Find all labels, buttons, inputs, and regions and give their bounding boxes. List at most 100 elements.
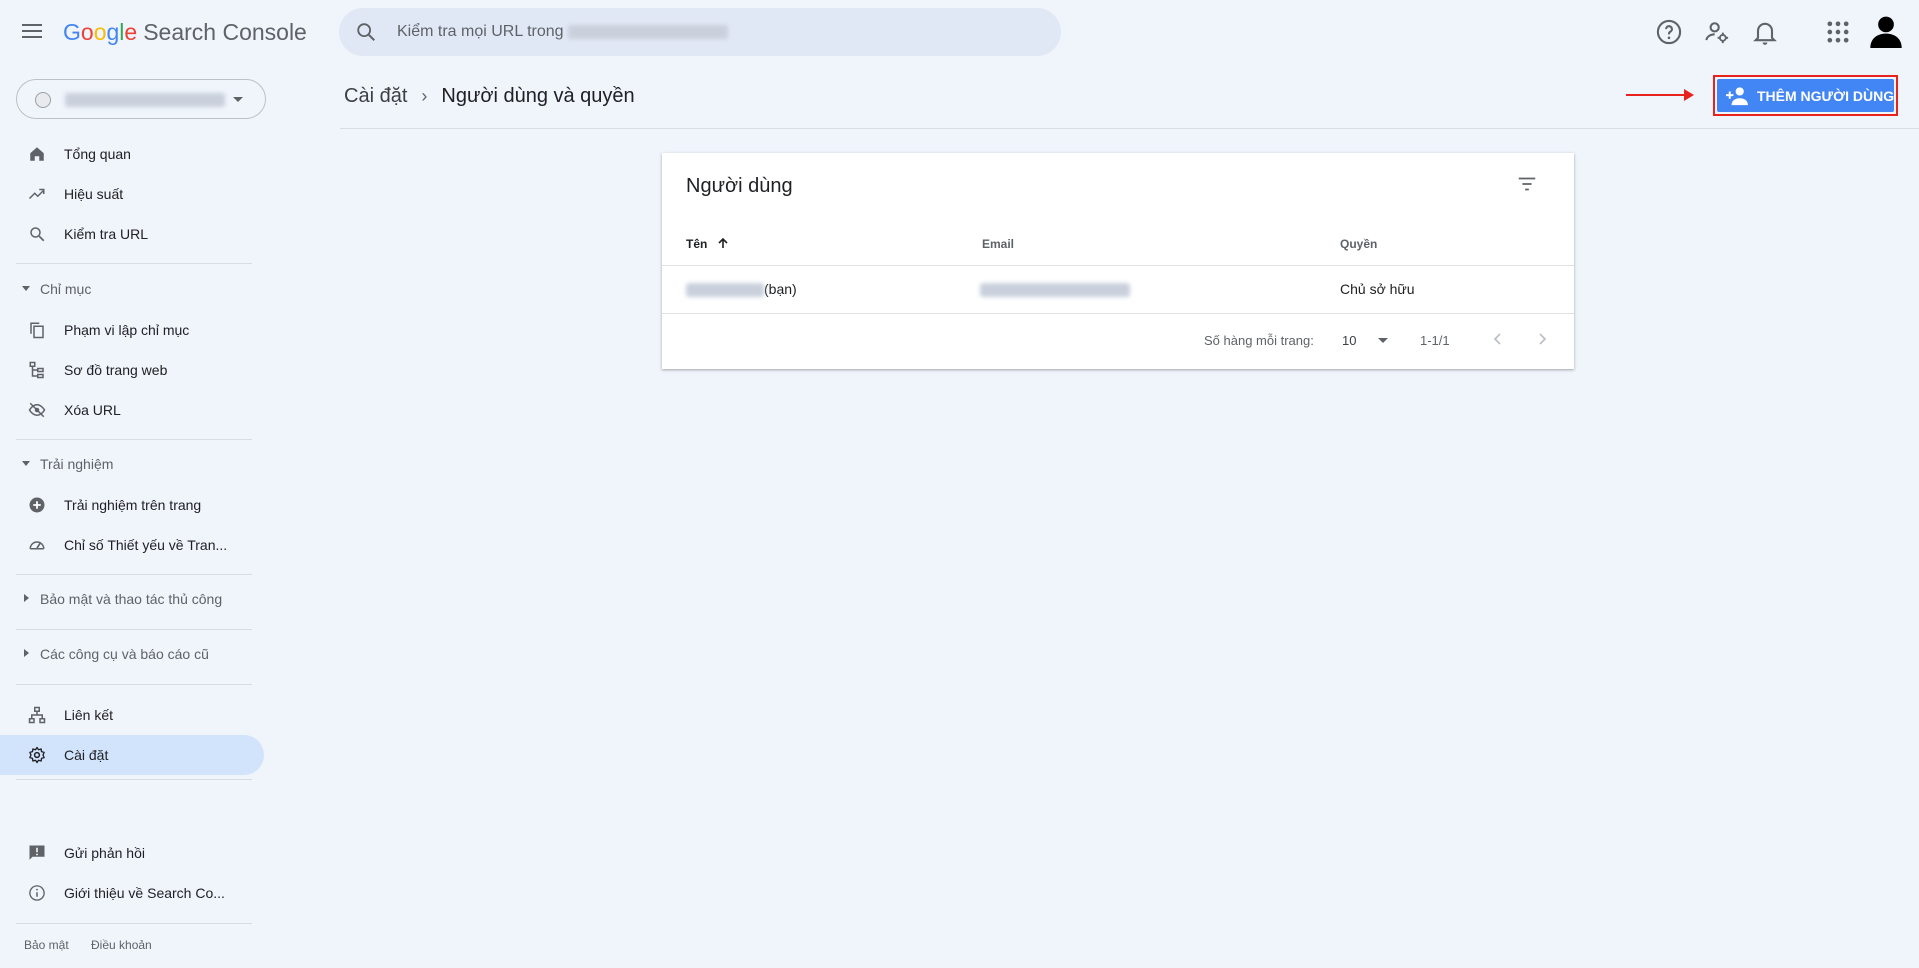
- rows-per-page-select[interactable]: 10: [1342, 333, 1389, 348]
- search-icon: [357, 23, 375, 41]
- caret-down-icon: [22, 461, 30, 466]
- column-header-permission[interactable]: Quyền: [1340, 237, 1377, 251]
- sidebar-item-sitemaps[interactable]: Sơ đồ trang web: [0, 350, 264, 390]
- column-header-label: Tên: [686, 237, 708, 251]
- person-add-icon: [1726, 87, 1748, 106]
- user-email-cell: [980, 281, 1130, 298]
- property-selector[interactable]: [16, 79, 266, 119]
- sidebar-item-label: Phạm vi lập chỉ mục: [64, 322, 190, 338]
- filter-icon[interactable]: [1516, 173, 1538, 195]
- sidebar-divider: [16, 629, 252, 630]
- apps-icon[interactable]: [1824, 18, 1852, 46]
- sidebar-item-label: Xóa URL: [64, 402, 121, 418]
- logo-letter: g: [106, 19, 120, 45]
- sidebar-item-label: Liên kết: [64, 707, 114, 723]
- sidebar-item-settings[interactable]: Cài đặt: [0, 735, 264, 775]
- caret-right-icon: [24, 649, 29, 657]
- next-page-button[interactable]: [1532, 329, 1552, 349]
- row-divider: [662, 313, 1574, 314]
- account-avatar[interactable]: [1870, 14, 1902, 48]
- url-inspection-search[interactable]: Kiểm tra mọi URL trong: [339, 8, 1061, 56]
- help-icon[interactable]: [1655, 18, 1683, 46]
- column-header-name[interactable]: Tên: [686, 237, 729, 251]
- annotation-arrow: [1626, 89, 1694, 101]
- add-circle-icon: [29, 497, 45, 513]
- header-row-divider: [662, 265, 1574, 266]
- sidebar-section-index[interactable]: Chỉ mục: [0, 274, 264, 306]
- copy-icon: [30, 322, 44, 339]
- sidebar-item-overview[interactable]: Tổng quan: [0, 134, 264, 174]
- sidebar-divider: [16, 923, 252, 924]
- sidebar-item-feedback[interactable]: Gửi phản hồi: [0, 833, 264, 873]
- sidebar: Tổng quan Hiệu suất Kiểm tra URL Chỉ mục…: [0, 64, 270, 968]
- user-email-redacted: [980, 283, 1130, 298]
- user-name-cell: (bạn): [686, 281, 797, 298]
- manage-account-icon[interactable]: [1703, 18, 1731, 46]
- info-icon: [29, 885, 45, 901]
- sidebar-item-page-experience[interactable]: Trải nghiệm trên trang: [0, 485, 264, 525]
- sidebar-item-label: Chỉ số Thiết yếu về Tran...: [64, 537, 228, 553]
- sidebar-divider: [16, 684, 252, 685]
- chevron-down-icon: [233, 97, 243, 102]
- sidebar-section-security[interactable]: Bảo mật và thao tác thủ công: [0, 584, 264, 616]
- breadcrumb-settings-link[interactable]: Cài đặt: [344, 85, 407, 107]
- globe-icon: [35, 92, 51, 108]
- user-permission-cell: Chủ sở hữu: [1340, 281, 1415, 297]
- sidebar-item-label: Gửi phản hồi: [64, 845, 145, 861]
- eye-off-icon: [28, 402, 46, 418]
- user-name-suffix: (bạn): [764, 281, 797, 297]
- arrow-up-icon: [718, 237, 728, 248]
- feedback-icon: [29, 845, 45, 860]
- column-header-email[interactable]: Email: [982, 237, 1014, 251]
- app-logo[interactable]: Google Search Console: [63, 19, 307, 46]
- sidebar-divider: [16, 779, 252, 780]
- chevron-down-icon: [1378, 338, 1389, 343]
- sitemap-icon: [29, 361, 44, 379]
- sidebar-item-about[interactable]: Giới thiệu về Search Co...: [0, 873, 264, 913]
- main-menu-button[interactable]: [22, 20, 48, 44]
- sidebar-section-legacy-tools[interactable]: Các công cụ và báo cáo cũ: [0, 639, 264, 671]
- sidebar-item-url-inspection[interactable]: Kiểm tra URL: [0, 214, 264, 254]
- add-user-button[interactable]: THÊM NGƯỜI DÙNG: [1713, 75, 1898, 116]
- sidebar-item-coverage[interactable]: Phạm vi lập chỉ mục: [0, 310, 264, 350]
- logo-letter: o: [93, 19, 107, 45]
- chevron-right-icon: ›: [421, 86, 428, 106]
- sidebar-divider: [16, 439, 252, 440]
- logo-letter: e: [124, 19, 138, 45]
- user-name-redacted: [686, 283, 764, 298]
- sidebar-item-label: Tổng quan: [64, 146, 131, 162]
- sidebar-item-core-web-vitals[interactable]: Chỉ số Thiết yếu về Tran...: [0, 525, 264, 565]
- breadcrumb: Cài đặt › Người dùng và quyền: [344, 85, 635, 108]
- sidebar-item-links[interactable]: Liên kết: [0, 695, 264, 735]
- sidebar-item-performance[interactable]: Hiệu suất: [0, 174, 264, 214]
- logo-letter: G: [63, 19, 81, 45]
- search-placeholder: Kiểm tra mọi URL trong: [397, 23, 729, 41]
- product-name: Search Console: [143, 19, 307, 45]
- users-card: Người dùng Tên Email Quyền (bạn) Chủ sở …: [662, 153, 1574, 369]
- card-title: Người dùng: [686, 175, 793, 197]
- section-label: Chỉ mục: [40, 281, 92, 297]
- sidebar-section-experience[interactable]: Trải nghiệm: [0, 449, 264, 481]
- section-label: Bảo mật và thao tác thủ công: [40, 591, 223, 607]
- notifications-icon[interactable]: [1751, 18, 1779, 46]
- links-icon: [28, 706, 46, 724]
- trending-up-icon: [28, 188, 45, 200]
- logo-letter: o: [80, 19, 94, 45]
- terms-link[interactable]: Điều khoản: [91, 938, 152, 952]
- pagination-range: 1-1/1: [1420, 333, 1450, 348]
- sidebar-item-label: Cài đặt: [64, 747, 109, 763]
- sidebar-item-label: Trải nghiệm trên trang: [64, 497, 202, 513]
- privacy-link[interactable]: Bảo mật: [24, 938, 69, 952]
- section-label: Các công cụ và báo cáo cũ: [40, 646, 209, 662]
- rows-per-page-value: 10: [1342, 333, 1357, 348]
- previous-page-button[interactable]: [1488, 329, 1508, 349]
- sidebar-item-removals[interactable]: Xóa URL: [0, 390, 264, 430]
- add-user-label: THÊM NGƯỜI DÙNG: [1757, 88, 1895, 104]
- speed-icon: [29, 541, 45, 550]
- sidebar-item-label: Hiệu suất: [64, 186, 124, 202]
- page-title: Người dùng và quyền: [441, 85, 635, 107]
- sidebar-divider: [16, 263, 252, 264]
- sidebar-item-label: Sơ đồ trang web: [64, 362, 168, 378]
- sidebar-divider: [16, 574, 252, 575]
- header-divider: [340, 128, 1919, 129]
